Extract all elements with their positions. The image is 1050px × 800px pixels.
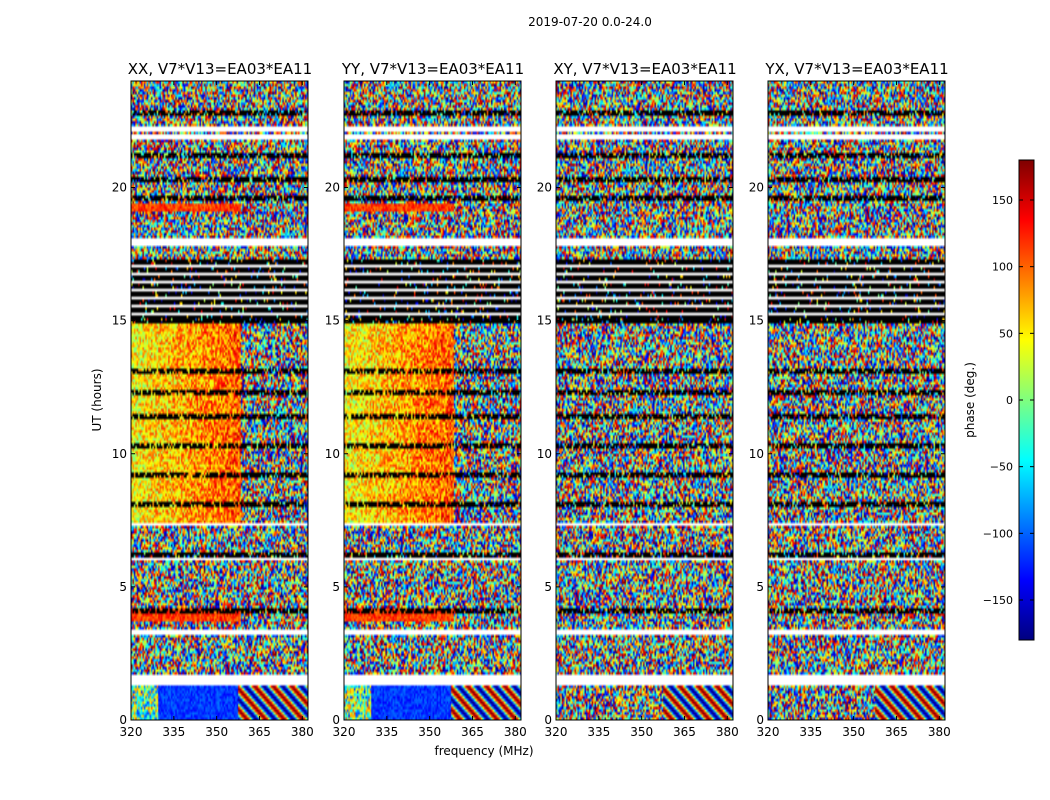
x-tick-label: 380 [504, 725, 527, 739]
y-tick-label: 15 [749, 314, 764, 328]
colorbar-tick-label: 100 [992, 261, 1013, 274]
colorbar-label: phase (deg.) [963, 362, 977, 438]
y-tick-label: 20 [325, 181, 340, 195]
panel-xx: XX, V7*V13=EA03*EA11 320 335 350 365 380 0 5 10… [112, 60, 314, 739]
figure: 2019-07-20 0.0-24.0 UT (hours) frequency… [90, 15, 1035, 758]
x-tick-label: 350 [418, 725, 441, 739]
x-axis-label: frequency (MHz) [434, 744, 533, 758]
panel-xy: XY, V7*V13=EA03*EA11 320 335 350 365 380 0 5 10… [537, 60, 739, 739]
x-tick-label: 320 [120, 725, 143, 739]
y-tick-label: 20 [749, 181, 764, 195]
figure-suptitle: 2019-07-20 0.0-24.0 [528, 15, 652, 29]
y-tick-label: 10 [537, 447, 552, 461]
y-tick-label: 5 [756, 580, 764, 594]
phase-heatmap [344, 81, 521, 720]
y-tick-label: 5 [332, 580, 340, 594]
y-tick-label: 20 [537, 181, 552, 195]
x-tick-label: 320 [333, 725, 356, 739]
y-tick-label: 0 [544, 713, 552, 727]
x-tick-label: 335 [799, 725, 822, 739]
x-tick-label: 350 [630, 725, 653, 739]
colorbar-tick-label: −150 [983, 594, 1013, 607]
phase-heatmap [768, 81, 945, 720]
x-tick-label: 380 [291, 725, 314, 739]
colorbar-tick-label: 0 [1006, 394, 1013, 407]
y-tick-label: 15 [112, 314, 127, 328]
x-tick-label: 365 [885, 725, 908, 739]
x-tick-label: 380 [928, 725, 951, 739]
colorbar: 150 100 50 0 −50 −100 −150 phase (deg.) [963, 159, 1035, 641]
phase-heatmap [131, 81, 308, 720]
x-tick-label: 335 [162, 725, 185, 739]
colorbar-tick-label: −100 [983, 527, 1013, 540]
panel-title: XY, V7*V13=EA03*EA11 [553, 60, 736, 78]
panel-title: XX, V7*V13=EA03*EA11 [128, 60, 312, 78]
panel-yy: YY, V7*V13=EA03*EA11 320 335 350 365 380 0 5 10… [325, 60, 527, 739]
y-tick-label: 15 [537, 314, 552, 328]
y-tick-label: 0 [119, 713, 127, 727]
x-tick-label: 335 [375, 725, 398, 739]
x-tick-label: 365 [248, 725, 271, 739]
panel-title: YY, V7*V13=EA03*EA11 [341, 60, 524, 78]
y-tick-label: 15 [325, 314, 340, 328]
x-tick-label: 365 [673, 725, 696, 739]
y-tick-label: 10 [112, 447, 127, 461]
x-tick-label: 350 [205, 725, 228, 739]
panel-yx: YX, V7*V13=EA03*EA11 320 335 350 365 380 0 5 10… [749, 60, 951, 739]
x-tick-label: 320 [757, 725, 780, 739]
y-tick-label: 0 [332, 713, 340, 727]
colorbar-tick-label: 150 [992, 194, 1013, 207]
x-tick-label: 380 [716, 725, 739, 739]
phase-heatmap [556, 81, 733, 720]
y-tick-label: 0 [756, 713, 764, 727]
x-tick-label: 365 [461, 725, 484, 739]
panel-title: YX, V7*V13=EA03*EA11 [764, 60, 948, 78]
y-tick-label: 10 [749, 447, 764, 461]
y-tick-label: 10 [325, 447, 340, 461]
y-tick-label: 5 [119, 580, 127, 594]
x-tick-label: 350 [842, 725, 865, 739]
y-tick-label: 5 [544, 580, 552, 594]
colorbar-tick-label: −50 [990, 461, 1013, 474]
x-tick-label: 320 [545, 725, 568, 739]
y-axis-label: UT (hours) [90, 368, 104, 431]
x-tick-label: 335 [587, 725, 610, 739]
colorbar-tick-label: 50 [999, 327, 1013, 340]
y-tick-label: 20 [112, 181, 127, 195]
